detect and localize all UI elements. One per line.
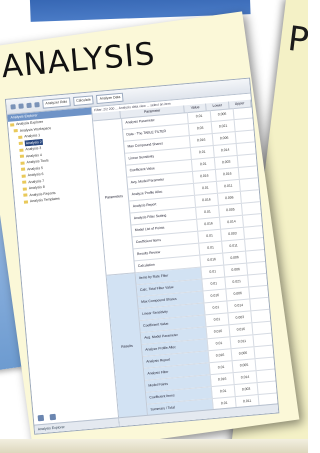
row-group: Parameters Analysis Parameter 0.01 0.006 Dat… xyxy=(93,106,266,276)
value-cell: 0.003 xyxy=(221,227,245,241)
value-cell: 0.021 xyxy=(211,120,236,134)
value-cell: 0.016 xyxy=(200,253,225,267)
value-cell: 0.005 xyxy=(232,359,257,373)
value-cell: 0.016 xyxy=(203,289,228,303)
value-cell: 0.011 xyxy=(222,239,247,253)
card-title: ANALYSIS xyxy=(0,35,157,86)
value-cell: 0.014 xyxy=(233,371,258,385)
value-cell: 0.01 xyxy=(209,361,234,375)
value-cell: 0.003 xyxy=(234,383,259,397)
value-cell: 0.006 xyxy=(231,347,256,361)
analysis-card: ANALYSIS Analyzer Rdts Calculate Analyze… xyxy=(0,11,300,453)
folder-icon xyxy=(10,123,15,127)
value-cell: 0.011 xyxy=(216,179,241,193)
app-screenshot: Analyzer Rdts Calculate Analyze Data Ana… xyxy=(4,77,280,435)
value-cell: 0.014 xyxy=(220,215,244,229)
results-grid: Parameters Analysis Parameter 0.01 0.006 Dat… xyxy=(93,106,278,420)
value-cell: 0.01 xyxy=(190,145,215,159)
value-cell: 0.01 xyxy=(202,277,227,291)
value-cell: 0.021 xyxy=(225,275,250,289)
right-card-title: P xyxy=(285,18,308,62)
bottom-strip xyxy=(0,439,308,453)
value-cell: 0.03 xyxy=(188,122,213,136)
value-cell: 0.006 xyxy=(212,132,237,145)
scene: P ANALYSIS Analyzer Rdts Calculate Analy… xyxy=(0,0,308,453)
value-cell: 0.01 xyxy=(187,110,212,124)
value-cell: 0.014 xyxy=(213,143,238,157)
value-cell: 0.01 xyxy=(191,157,216,171)
row-group: Results Items by Rate Filter 0.01 0.006 Calc… xyxy=(106,261,278,420)
value-cell: 0.006 xyxy=(224,263,249,277)
grid-icon[interactable] xyxy=(34,101,40,107)
save-icon[interactable] xyxy=(18,102,24,109)
value-cell: 0.01 xyxy=(199,241,224,255)
folder-icon xyxy=(23,193,28,198)
value-cell: 0.016 xyxy=(195,193,219,207)
folder-icon xyxy=(22,187,27,191)
value-cell: 0.016 xyxy=(208,349,233,363)
folder-icon xyxy=(18,135,23,139)
value-cell: 0.003 xyxy=(228,311,253,325)
value-cell: 0.01 xyxy=(205,313,230,327)
value-cell: 0.005 xyxy=(219,203,243,217)
folder-icon xyxy=(18,141,23,146)
folder-icon xyxy=(19,154,25,159)
value-cell: 0.016 xyxy=(229,323,254,337)
folder-icon xyxy=(21,174,26,178)
value-cell: 0.006 xyxy=(210,108,235,122)
value-cell: 0.01 xyxy=(211,385,236,399)
home-icon[interactable] xyxy=(37,414,45,422)
print-icon[interactable] xyxy=(26,102,32,108)
tree-item-label: Analysis Templates xyxy=(29,196,60,204)
value-cell: 0.01 xyxy=(201,265,226,279)
folder-icon xyxy=(23,200,29,204)
value-cell: 0.006 xyxy=(223,251,248,265)
value-cell: 0.011 xyxy=(230,335,255,349)
toolbar-combo-2[interactable]: Calculate xyxy=(72,94,95,106)
value-cell: 0.006 xyxy=(217,191,242,205)
value-cell: 0.016 xyxy=(197,217,222,231)
folder-icon xyxy=(20,161,25,165)
explorer-tree: Analysis Explorer Analysis Workspace Analy… xyxy=(8,115,99,206)
value-cell: 0.01 xyxy=(207,337,232,351)
value-cell: 0.016 xyxy=(206,325,231,339)
folder-icon xyxy=(19,148,24,152)
folder-icon xyxy=(20,167,26,172)
value-cell: 0.016 xyxy=(215,167,240,181)
explorer-bottom-icons xyxy=(37,413,57,422)
main-panel: Filter: 2/2 200 ... Analysis data view .… xyxy=(91,93,279,427)
value-cell: 0.016 xyxy=(210,373,235,387)
toolbar-combo-3[interactable]: Analyze Data xyxy=(96,92,124,104)
value-cell: 0.016 xyxy=(192,169,217,183)
refresh-icon[interactable] xyxy=(49,413,57,421)
folder-icon xyxy=(22,180,27,185)
value-cell: 0.01 xyxy=(204,301,229,315)
value-cell: 0.01 xyxy=(194,181,218,195)
value-cell: 0.01 xyxy=(196,205,220,219)
folder-icon xyxy=(13,129,18,133)
open-icon[interactable] xyxy=(10,103,16,110)
value-cell: 0.003 xyxy=(214,155,239,169)
value-cell: 0.006 xyxy=(226,287,251,301)
toolbar-combo-1[interactable]: Analyzer Rdts xyxy=(42,96,71,109)
value-cell: 0.01 xyxy=(198,229,223,243)
value-cell: 0.016 xyxy=(189,134,214,147)
value-cell: 0.014 xyxy=(227,299,252,313)
